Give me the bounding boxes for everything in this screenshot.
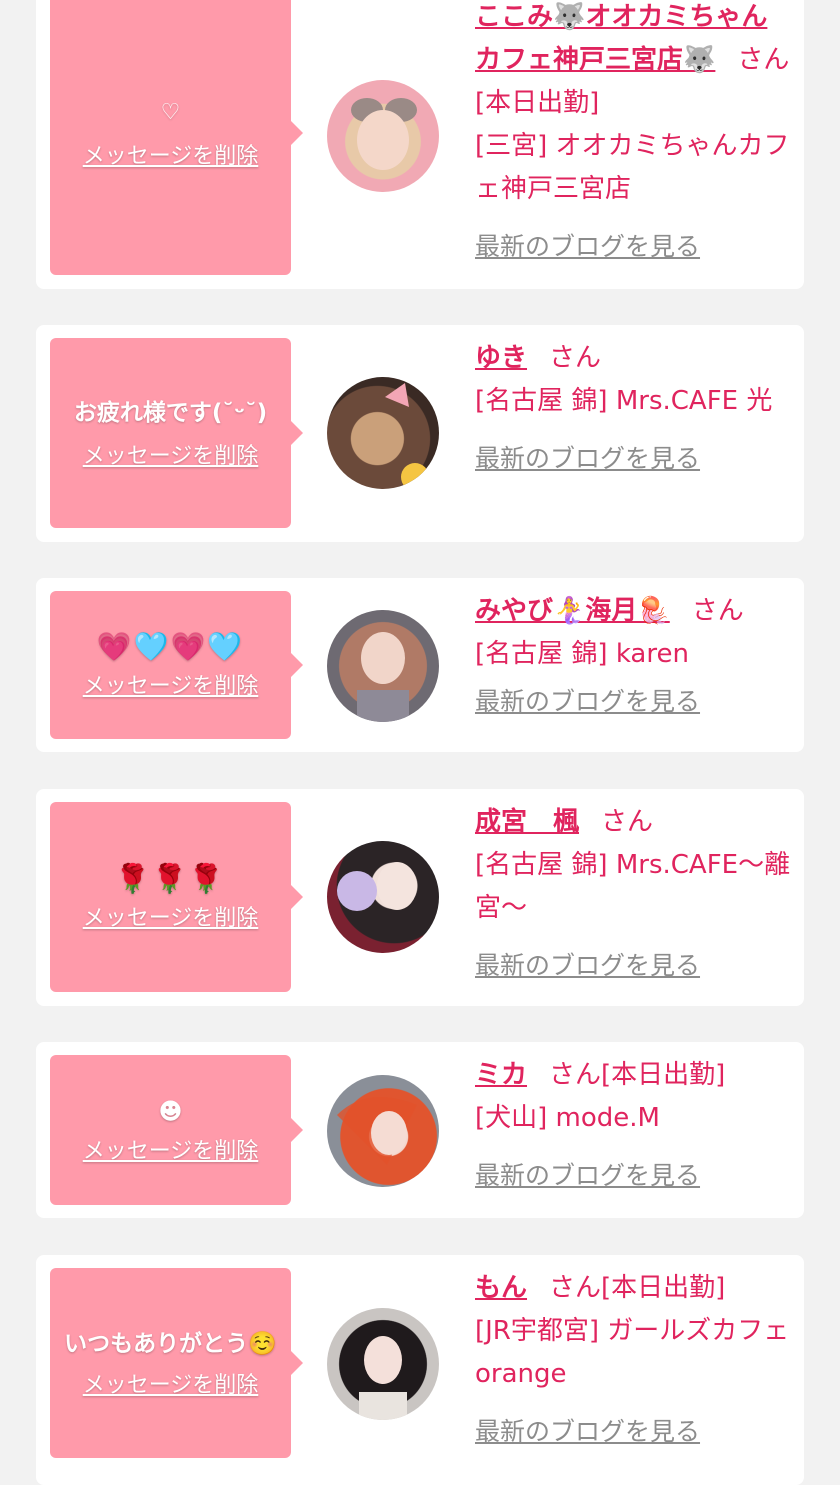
latest-blog-link[interactable]: 最新のブログを見る: [475, 680, 700, 723]
status-badge: [本日出勤]: [601, 1060, 726, 1090]
delete-message-link[interactable]: メッセージを削除: [83, 438, 259, 470]
message-text: お疲れ様です(˘ᵕ˘): [73, 400, 268, 426]
honorific: さん: [549, 343, 602, 373]
user-avatar[interactable]: [327, 841, 439, 953]
profile-name-link[interactable]: ミカ: [475, 1060, 527, 1090]
message-bubble: お疲れ様です(˘ᵕ˘) メッセージを削除: [50, 338, 303, 528]
latest-blog-link[interactable]: 最新のブログを見る: [475, 1154, 700, 1197]
profile-info: ゆき さん [名古屋 錦] Mrs.CAFE 光 最新のブログを見る: [475, 337, 793, 481]
latest-blog-link[interactable]: 最新のブログを見る: [475, 225, 700, 268]
shop-name: [三宮] オオカミちゃんカフェ神戸三宮店: [475, 131, 790, 204]
latest-blog-link[interactable]: 最新のブログを見る: [475, 1410, 700, 1453]
avatar-photo-icon: [357, 632, 409, 722]
shop-name: [名古屋 錦] Mrs.CAFE〜離宮〜: [475, 850, 791, 923]
honorific: さん: [549, 1060, 602, 1090]
profile-info: 成宮 楓さん [名古屋 錦] Mrs.CAFE〜離宮〜 最新のブログを見る: [475, 801, 793, 988]
shop-name: [JR宇都宮] ガールズカフェ orange: [475, 1316, 790, 1389]
honorific: さん: [691, 596, 744, 626]
profile-name-link[interactable]: ここみ🐺オオカミちゃんカフェ神戸三宮店🐺: [475, 2, 767, 75]
message-text: 💗🩵💗🩵: [96, 630, 245, 663]
status-badge: [本日出勤]: [601, 1273, 726, 1303]
latest-blog-link[interactable]: 最新のブログを見る: [475, 437, 700, 480]
shop-name: [名古屋 錦] karen: [475, 639, 689, 669]
message-text: ☻: [158, 1099, 183, 1125]
message-bubble: いつもありがとう☺️ メッセージを削除: [50, 1268, 303, 1458]
profile-name-link[interactable]: もん: [475, 1273, 527, 1303]
message-card: ♡ メッセージを削除 ここみ🐺オオカミちゃんカフェ神戸三宮店🐺 さん [本日出勤] …: [36, 0, 804, 289]
honorific: さん: [549, 1273, 602, 1303]
message-bubble: ☻ メッセージを削除: [50, 1055, 303, 1205]
user-avatar[interactable]: [327, 1308, 439, 1420]
honorific: さん: [737, 45, 790, 75]
message-bubble: 💗🩵💗🩵 メッセージを削除: [50, 591, 303, 739]
delete-message-link[interactable]: メッセージを削除: [83, 1133, 259, 1165]
message-text: いつもありがとう☺️: [64, 1331, 277, 1357]
message-card: ☻ メッセージを削除 ミカ さん[本日出勤] [犬山] mode.M 最新のブログ…: [36, 1042, 804, 1218]
user-avatar[interactable]: [327, 377, 439, 489]
profile-info: みやび🧜‍♀️海月🪼 さん [名古屋 錦] karen 最新のブログを見る: [475, 590, 793, 724]
shop-name: [名古屋 錦] Mrs.CAFE 光: [475, 386, 773, 416]
message-card: いつもありがとう☺️ メッセージを削除 もん さん[本日出勤] [JR宇都宮] ガ…: [36, 1255, 804, 1485]
status-badge: [本日出勤]: [475, 88, 600, 118]
message-card: 💗🩵💗🩵 メッセージを削除 みやび🧜‍♀️海月🪼 さん [名古屋 錦] karen…: [36, 578, 804, 752]
shop-name: [犬山] mode.M: [475, 1103, 660, 1133]
message-text: 🌹🌹🌹: [115, 862, 226, 895]
message-bubble: ♡ メッセージを削除: [50, 0, 303, 275]
avatar-photo-icon: [385, 383, 429, 489]
profile-name-link[interactable]: みやび🧜‍♀️海月🪼: [475, 596, 670, 626]
message-card: お疲れ様です(˘ᵕ˘) メッセージを削除 ゆき さん [名古屋 錦] Mrs.CA…: [36, 325, 804, 542]
avatar-photo-icon: [337, 862, 417, 911]
user-avatar[interactable]: [327, 1075, 439, 1187]
delete-message-link[interactable]: メッセージを削除: [83, 668, 259, 700]
profile-info: ここみ🐺オオカミちゃんカフェ神戸三宮店🐺 さん [本日出勤] [三宮] オオカミちゃ…: [475, 0, 793, 269]
avatar-photo-icon: [337, 1097, 417, 1165]
latest-blog-link[interactable]: 最新のブログを見る: [475, 944, 700, 987]
user-avatar[interactable]: [327, 610, 439, 722]
honorific: さん: [601, 807, 654, 837]
profile-info: もん さん[本日出勤] [JR宇都宮] ガールズカフェ orange 最新のブログ…: [475, 1267, 793, 1454]
avatar-photo-icon: [359, 1336, 407, 1420]
message-bubble: 🌹🌹🌹 メッセージを削除: [50, 802, 303, 992]
message-card: 🌹🌹🌹 メッセージを削除 成宮 楓さん [名古屋 錦] Mrs.CAFE〜離宮〜…: [36, 789, 804, 1006]
delete-message-link[interactable]: メッセージを削除: [83, 900, 259, 932]
profile-name-link[interactable]: 成宮 楓: [475, 807, 579, 837]
delete-message-link[interactable]: メッセージを削除: [83, 1367, 259, 1399]
message-text: ♡: [160, 99, 181, 125]
delete-message-link[interactable]: メッセージを削除: [83, 138, 259, 170]
user-avatar[interactable]: [327, 80, 439, 192]
profile-info: ミカ さん[本日出勤] [犬山] mode.M 最新のブログを見る: [475, 1054, 793, 1198]
profile-name-link[interactable]: ゆき: [475, 343, 527, 373]
avatar-photo-icon: [351, 98, 417, 170]
